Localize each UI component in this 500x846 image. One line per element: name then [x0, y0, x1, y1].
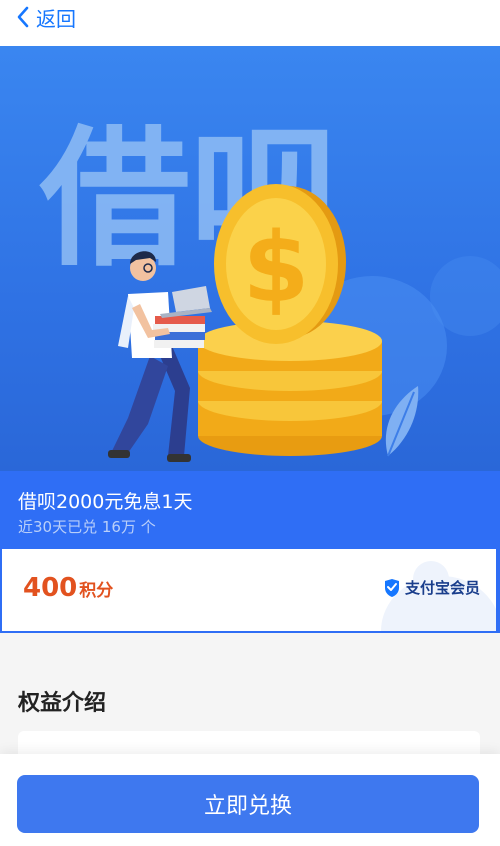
section-title: 权益介绍 [18, 691, 107, 716]
product-info: 借呗2000元免息1天 近30天已兑 16万 个 [0, 471, 500, 549]
redeemed-count: 近30天已兑 16万 个 [18, 518, 156, 536]
chevron-left-icon [17, 6, 29, 28]
points-number: 400 [23, 573, 78, 603]
points-card: 400 积分 支付宝会员 [0, 549, 500, 633]
hero-banner: 借呗 $ [0, 46, 500, 471]
hero-illustration: 借呗 $ [39, 113, 500, 462]
alipay-member-brand: 支付宝会员 [383, 577, 480, 598]
back-button[interactable]: 返回 [16, 4, 76, 31]
bottom-action-bar: 立即兑换 [0, 754, 500, 846]
alipay-member-icon [384, 578, 399, 597]
redeem-button[interactable]: 立即兑换 [17, 775, 479, 833]
back-label: 返回 [36, 6, 76, 31]
coin-symbol: $ [243, 212, 310, 324]
points-unit: 积分 [79, 581, 114, 601]
product-title: 借呗2000元免息1天 [18, 491, 193, 513]
points-card-body: 400 积分 支付宝会员 [2, 549, 496, 631]
top-bar: 返回 [0, 0, 500, 46]
points-price: 400 积分 [23, 573, 113, 603]
brand-label: 支付宝会员 [404, 579, 480, 597]
